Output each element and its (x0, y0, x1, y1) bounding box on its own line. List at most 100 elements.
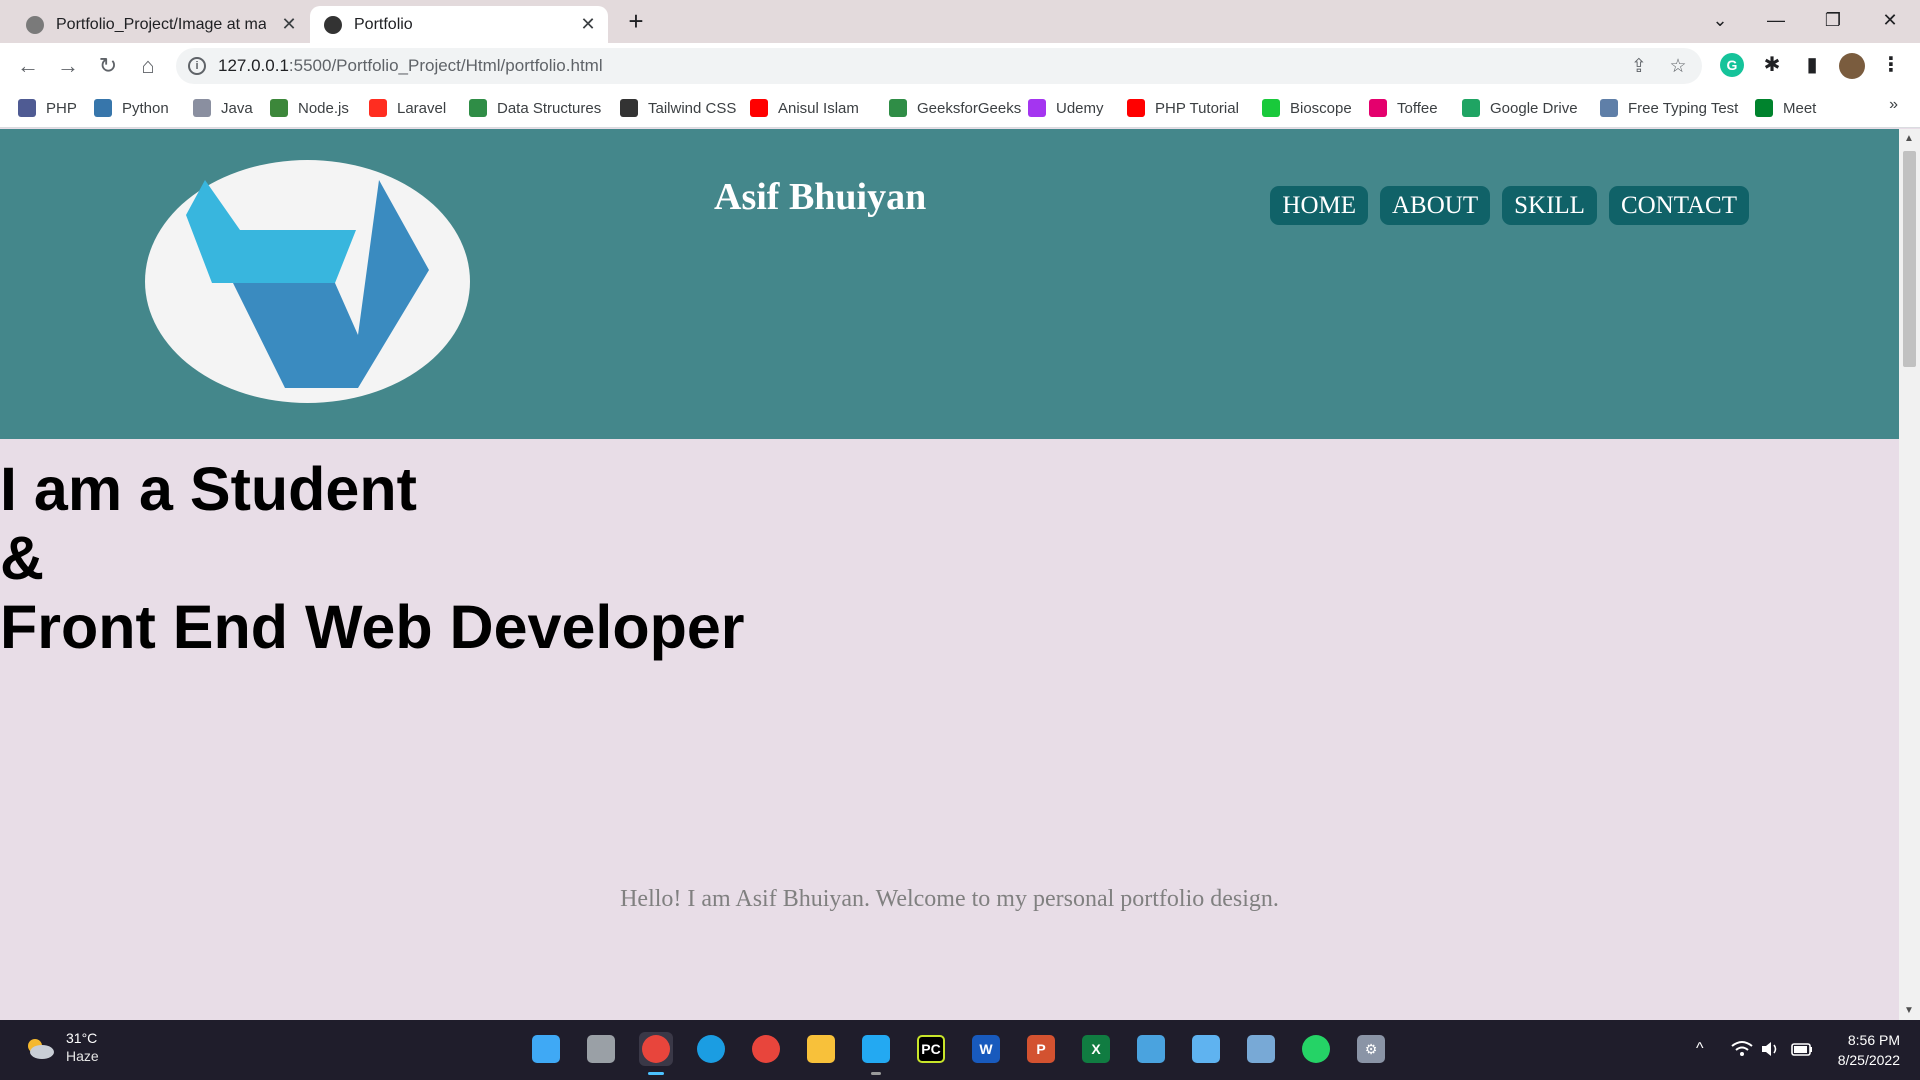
chrome-glyph (752, 1035, 780, 1063)
nav-contact[interactable]: CONTACT (1608, 186, 1749, 225)
site-info-icon[interactable]: i (188, 57, 206, 75)
bookmark-data-structures[interactable]: Data Structures (469, 96, 601, 120)
hero-line-1: I am a Student (0, 455, 417, 523)
control-panel-icon[interactable] (1134, 1032, 1168, 1066)
bookmark-toffee[interactable]: Toffee (1369, 96, 1438, 120)
close-window-button[interactable]: ✕ (1862, 2, 1918, 38)
share-icon[interactable]: ⇪ (1626, 54, 1652, 80)
bookmark-label: Bioscope (1290, 99, 1352, 117)
pycharm-icon[interactable]: PC (914, 1032, 948, 1066)
task-view-icon[interactable] (584, 1032, 618, 1066)
tray-overflow-icon[interactable]: ^ (1696, 1040, 1704, 1058)
menu-kebab-icon[interactable]: ⋮ (1879, 53, 1903, 77)
photos-icon[interactable] (1244, 1032, 1278, 1066)
edge-icon[interactable] (694, 1032, 728, 1066)
volume-icon[interactable] (1760, 1040, 1780, 1058)
scroll-up-arrow-icon[interactable]: ▲ (1904, 133, 1914, 144)
hero-line-3: Front End Web Developer (0, 593, 745, 661)
close-tab-icon[interactable]: ✕ (578, 14, 598, 34)
weather-haze-icon (28, 1039, 54, 1059)
task-view-glyph (587, 1035, 615, 1063)
restore-button[interactable]: ❐ (1805, 2, 1861, 38)
bookmark-php-tutorial[interactable]: PHP Tutorial (1127, 96, 1239, 120)
vscode-glyph (862, 1035, 890, 1063)
new-tab-button[interactable]: + (622, 8, 650, 36)
bookmark-laravel[interactable]: Laravel (369, 96, 446, 120)
bookmark-java[interactable]: Java (193, 96, 253, 120)
back-button[interactable]: ← (12, 50, 44, 82)
tab-label: Portfolio (354, 15, 413, 33)
page-scrollbar[interactable]: ▲ ▼ (1899, 129, 1920, 1020)
word-icon[interactable]: W (969, 1032, 1003, 1066)
reload-button[interactable]: ↻ (92, 50, 124, 82)
tab-label: Portfolio_Project/Image at main · (56, 15, 266, 33)
bookmark-node-js[interactable]: Node.js (270, 96, 349, 120)
notepad-glyph (1192, 1035, 1220, 1063)
profile-avatar[interactable] (1839, 53, 1865, 79)
notepad-icon[interactable] (1189, 1032, 1223, 1066)
bookmark-label: Data Structures (497, 99, 602, 117)
bookmark-label: Node.js (298, 99, 349, 117)
nav-about[interactable]: ABOUT (1380, 186, 1491, 225)
grammarly-icon[interactable]: G (1720, 53, 1744, 77)
nav-home[interactable]: HOME (1270, 186, 1368, 225)
scrollbar-thumb[interactable] (1903, 151, 1916, 367)
system-clock[interactable]: 8:56 PM 8/25/2022 (1838, 1030, 1900, 1070)
weather-widget[interactable]: 31°C Haze (22, 1030, 99, 1066)
bookmark-label: Free Typing Test (1628, 99, 1739, 117)
address-bar[interactable]: i 127.0.0.1:5500/Portfolio_Project/Html/… (176, 48, 1702, 84)
whatsapp-icon[interactable] (1299, 1032, 1333, 1066)
bookmark-geeksforgeeks[interactable]: GeeksforGeeks (889, 96, 1021, 120)
tab-search-icon[interactable]: ⌄ (1692, 2, 1748, 38)
tab-github[interactable]: Portfolio_Project/Image at main · ✕ (12, 6, 309, 43)
github-icon (26, 15, 44, 34)
bookmark-favicon-icon (1127, 99, 1145, 117)
hero-subtitle: Hello! I am Asif Bhuiyan. Welcome to my … (620, 886, 1279, 912)
bookmark-label: Tailwind CSS (648, 99, 737, 117)
bookmark-tailwind-css[interactable]: Tailwind CSS (620, 96, 736, 120)
weather-condition: Haze (66, 1048, 99, 1064)
powerpoint-icon[interactable]: P (1024, 1032, 1058, 1066)
settings-gear-icon[interactable]: ⚙ (1354, 1032, 1388, 1066)
chrome-icon[interactable] (749, 1032, 783, 1066)
bookmark-star-icon[interactable]: ☆ (1665, 54, 1691, 80)
minimize-button[interactable]: — (1748, 2, 1804, 38)
vscode-icon[interactable] (859, 1032, 893, 1075)
bookmark-meet[interactable]: Meet (1755, 96, 1816, 120)
bookmark-bioscope[interactable]: Bioscope (1262, 96, 1352, 120)
scroll-down-arrow-icon[interactable]: ▼ (1904, 1005, 1914, 1016)
start-windows-icon[interactable] (529, 1032, 563, 1066)
site-logo[interactable] (145, 160, 470, 403)
hero-line-2: & (0, 524, 45, 592)
site-name: Asif Bhuiyan (714, 176, 927, 218)
start-windows-glyph (532, 1035, 560, 1063)
excel-glyph: X (1082, 1035, 1110, 1063)
bookmark-google-drive[interactable]: Google Drive (1462, 96, 1578, 120)
file-explorer-icon[interactable] (804, 1032, 838, 1066)
tab-portfolio[interactable]: Portfolio ✕ (310, 6, 608, 43)
bookmark-label: Udemy (1056, 99, 1104, 117)
wifi-icon[interactable] (1731, 1040, 1753, 1058)
bookmark-php[interactable]: PHP (18, 96, 77, 120)
bookmark-favicon-icon (270, 99, 288, 117)
bookmark-anisul-islam[interactable]: Anisul Islam (750, 96, 859, 120)
nav-skill[interactable]: SKILL (1502, 186, 1597, 225)
url-text[interactable]: 127.0.0.1:5500/Portfolio_Project/Html/po… (218, 56, 603, 76)
forward-button[interactable]: → (52, 50, 84, 82)
home-button[interactable]: ⌂ (132, 50, 164, 82)
excel-icon[interactable]: X (1079, 1032, 1113, 1066)
battery-icon[interactable] (1790, 1040, 1814, 1058)
side-panel-icon[interactable]: ▮ (1800, 53, 1824, 77)
control-panel-glyph (1137, 1035, 1165, 1063)
bookmark-free-typing-test[interactable]: Free Typing Test (1600, 96, 1738, 120)
bookmark-python[interactable]: Python (94, 96, 169, 120)
bookmark-udemy[interactable]: Udemy (1028, 96, 1104, 120)
close-tab-icon[interactable]: ✕ (279, 14, 299, 34)
bookmark-label: Laravel (397, 99, 447, 117)
bookmark-label: GeeksforGeeks (917, 99, 1022, 117)
clock-time: 8:56 PM (1847, 1032, 1900, 1048)
bookmarks-overflow-button[interactable]: » (1889, 96, 1898, 114)
extensions-puzzle-icon[interactable]: ✱ (1760, 53, 1784, 77)
chrome-profile-icon[interactable] (639, 1032, 673, 1075)
bookmark-favicon-icon (469, 99, 487, 117)
